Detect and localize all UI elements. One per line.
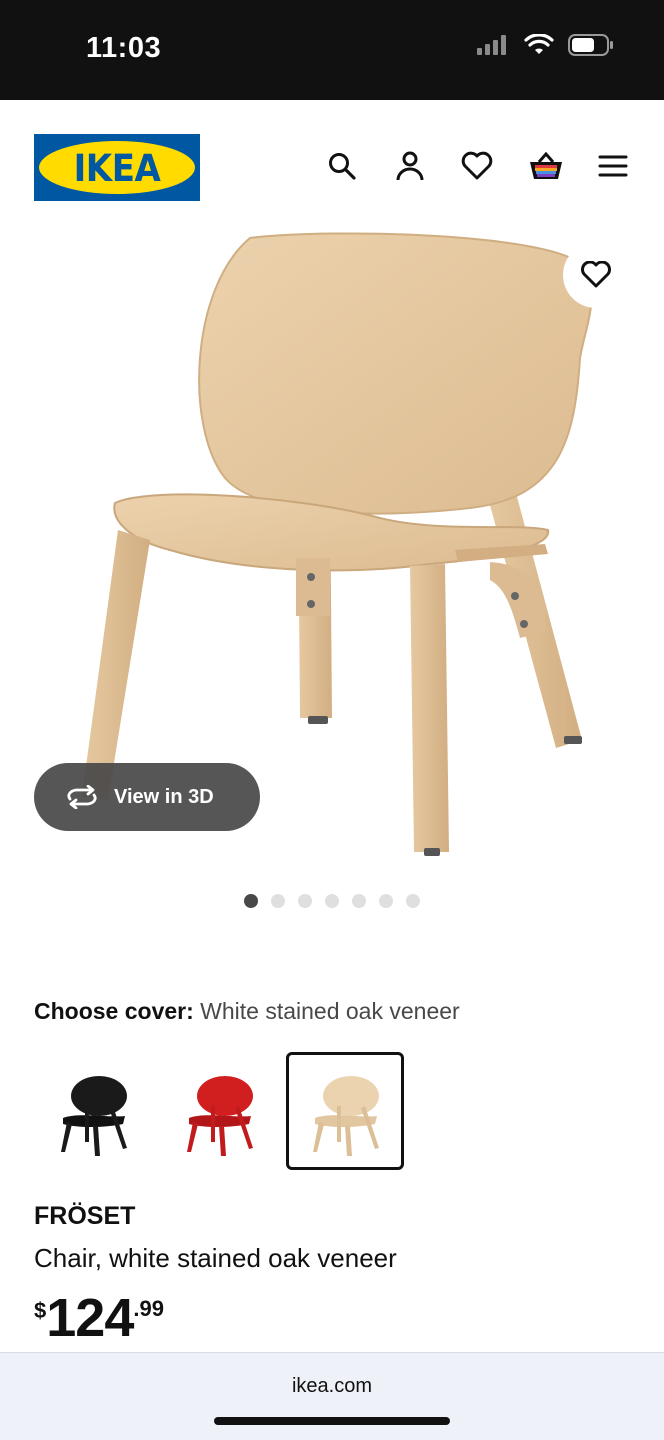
product-price: $ 124 .99 xyxy=(34,1290,164,1346)
product-description: Chair, white stained oak veneer xyxy=(34,1243,397,1273)
home-indicator[interactable] xyxy=(214,1417,450,1425)
status-bar: 11:03 xyxy=(0,0,664,100)
gallery-pagination xyxy=(0,894,664,908)
cover-option-black[interactable] xyxy=(34,1052,152,1170)
heart-icon xyxy=(581,261,611,288)
logo-text: IKEA xyxy=(73,147,161,190)
chair-thumbnail-red xyxy=(187,1076,253,1156)
cover-label: Choose cover: xyxy=(34,998,194,1024)
product-name: FRÖSET xyxy=(34,1202,136,1230)
save-favorite-button[interactable] xyxy=(563,242,629,308)
gallery-dot[interactable] xyxy=(271,894,285,908)
price-decimal: .99 xyxy=(133,1296,164,1321)
cover-option-white-stained-oak[interactable] xyxy=(286,1052,404,1170)
view-in-3d-button[interactable]: View in 3D xyxy=(34,763,260,831)
favorites-icon[interactable] xyxy=(461,150,493,182)
gallery-dot[interactable] xyxy=(379,894,393,908)
account-icon[interactable] xyxy=(394,150,426,182)
rotate-3d-icon xyxy=(67,785,97,809)
gallery-dot[interactable] xyxy=(298,894,312,908)
gallery-dot[interactable] xyxy=(244,894,258,908)
url-text[interactable]: ikea.com xyxy=(0,1375,664,1398)
wifi-icon xyxy=(524,34,554,54)
search-icon[interactable] xyxy=(326,150,358,182)
status-time: 11:03 xyxy=(86,32,162,64)
gallery-dot[interactable] xyxy=(325,894,339,908)
cover-selector-label: Choose cover: White stained oak veneer xyxy=(34,998,460,1025)
signal-icon xyxy=(477,35,506,55)
cart-icon[interactable] xyxy=(528,150,564,182)
chair-thumbnail-black xyxy=(61,1076,127,1156)
menu-icon[interactable] xyxy=(597,150,629,182)
price-currency: $ xyxy=(34,1298,47,1323)
browser-address-bar[interactable]: ikea.com xyxy=(0,1352,664,1440)
battery-icon xyxy=(568,34,613,56)
gallery-dot[interactable] xyxy=(352,894,366,908)
cover-option-red[interactable] xyxy=(160,1052,278,1170)
price-integer: 124 xyxy=(46,1288,134,1348)
site-header: IKEA xyxy=(0,100,664,228)
ikea-logo[interactable]: IKEA xyxy=(34,134,200,201)
cover-value: White stained oak veneer xyxy=(200,998,460,1024)
gallery-dot[interactable] xyxy=(406,894,420,908)
cover-swatches xyxy=(34,1052,404,1170)
view-in-3d-label: View in 3D xyxy=(114,785,214,808)
chair-thumbnail-oak xyxy=(313,1076,379,1156)
status-icons xyxy=(476,34,614,56)
